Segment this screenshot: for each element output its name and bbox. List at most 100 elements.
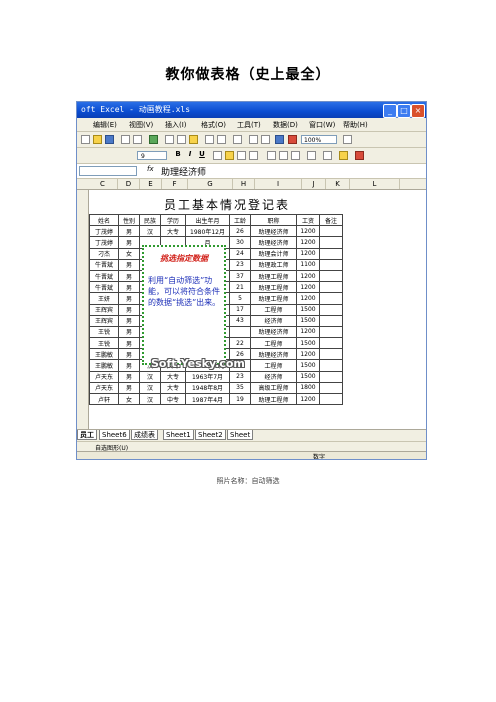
table-cell[interactable]: 王辉宾 (89, 314, 119, 327)
table-cell[interactable]: 女 (118, 247, 140, 260)
align-right-icon[interactable] (237, 151, 246, 160)
table-cell[interactable]: 35 (229, 381, 251, 395)
table-cell[interactable]: 王锐 (89, 325, 119, 339)
table-cell[interactable]: 刁杰 (89, 247, 119, 260)
header-cell[interactable]: 民族 (139, 213, 161, 227)
table-cell[interactable] (319, 236, 343, 249)
table-cell[interactable]: 1500 (296, 337, 320, 350)
menu-edit[interactable]: 编辑(E) (93, 120, 117, 130)
table-cell[interactable]: 男 (118, 258, 140, 271)
table-cell[interactable]: 1200 (296, 392, 320, 406)
col-header[interactable]: G (188, 179, 233, 189)
table-cell[interactable]: 助理工程师 (250, 392, 297, 406)
table-cell[interactable]: 大专 (160, 370, 186, 383)
table-cell[interactable]: 24 (229, 247, 251, 260)
table-cell[interactable]: 经济师 (250, 370, 297, 383)
help-icon[interactable] (343, 135, 352, 144)
indent-icon[interactable] (307, 151, 316, 160)
table-cell[interactable]: 助理经济师 (250, 225, 297, 238)
table-cell[interactable] (319, 269, 343, 283)
tab-employee[interactable]: 员工 (77, 430, 97, 440)
underline-button[interactable]: U (197, 150, 207, 158)
table-cell[interactable]: 牛晋斌 (89, 281, 119, 294)
close-button[interactable]: × (411, 104, 425, 118)
cut-icon[interactable] (165, 135, 174, 144)
table-cell[interactable]: 男 (118, 314, 140, 327)
header-cell[interactable]: 性别 (118, 213, 140, 227)
table-cell[interactable]: 男 (118, 225, 140, 238)
table-cell[interactable]: 中专 (160, 392, 186, 406)
table-cell[interactable]: 男 (118, 348, 140, 361)
col-header[interactable]: H (233, 179, 255, 189)
table-cell[interactable]: 23 (229, 370, 251, 383)
sort-asc-icon[interactable] (249, 135, 258, 144)
tab-grades[interactable]: 成绩表 (131, 430, 158, 440)
font-size-select[interactable]: 9 (137, 151, 167, 160)
table-cell[interactable] (319, 292, 343, 305)
table-cell[interactable]: 男 (118, 281, 140, 294)
table-cell[interactable]: 牛晋斌 (89, 269, 119, 283)
table-cell[interactable]: 助理经济师 (250, 325, 297, 339)
table-cell[interactable]: 1500 (296, 314, 320, 327)
col-header[interactable]: C (88, 179, 118, 189)
table-cell[interactable]: 37 (229, 269, 251, 283)
table-cell[interactable]: 男 (118, 269, 140, 283)
table-cell[interactable]: 1200 (296, 325, 320, 339)
table-cell[interactable]: 助理工程师 (250, 281, 297, 294)
table-cell[interactable] (319, 225, 343, 238)
table-cell[interactable] (319, 281, 343, 294)
borders-icon[interactable] (323, 151, 332, 160)
table-cell[interactable]: 1963年7月 (185, 370, 230, 383)
sort-desc-icon[interactable] (261, 135, 270, 144)
table-cell[interactable]: 1500 (296, 359, 320, 372)
table-cell[interactable]: 大专 (160, 381, 186, 395)
col-header[interactable]: L (350, 179, 400, 189)
align-left-icon[interactable] (213, 151, 222, 160)
paste-icon[interactable] (189, 135, 198, 144)
table-cell[interactable]: 助理工程师 (250, 292, 297, 305)
table-cell[interactable] (319, 247, 343, 260)
table-cell[interactable]: 工程师 (250, 303, 297, 316)
table-cell[interactable]: 男 (118, 236, 140, 249)
table-cell[interactable] (319, 359, 343, 372)
bold-button[interactable]: B (173, 150, 183, 158)
table-cell[interactable]: 22 (229, 337, 251, 350)
header-cell[interactable]: 出生年月 (185, 213, 230, 227)
table-cell[interactable]: 丁茂婷 (89, 236, 119, 249)
table-cell[interactable]: 男 (118, 337, 140, 350)
table-cell[interactable]: 1987年4月 (185, 392, 230, 406)
table-cell[interactable]: 王妍 (89, 292, 119, 305)
table-cell[interactable] (319, 258, 343, 271)
table-cell[interactable]: 助理工程师 (250, 269, 297, 283)
table-cell[interactable]: 1200 (296, 225, 320, 238)
header-cell[interactable]: 职称 (250, 213, 297, 227)
tab-sheet[interactable]: Sheet (227, 430, 254, 440)
menu-insert[interactable]: 插入(I) (165, 120, 187, 130)
table-cell[interactable]: 17 (229, 303, 251, 316)
table-cell[interactable]: 男 (118, 370, 140, 383)
table-cell[interactable] (319, 348, 343, 361)
table-cell[interactable]: 大专 (160, 225, 186, 238)
table-cell[interactable]: 女 (118, 392, 140, 406)
table-cell[interactable]: 工程师 (250, 337, 297, 350)
table-cell[interactable]: 丁茂婷 (89, 225, 119, 238)
table-cell[interactable]: 王锐 (89, 337, 119, 350)
formula-input[interactable]: 助理经济师 (161, 165, 206, 178)
table-cell[interactable]: 助理经济师 (250, 236, 297, 249)
worksheet[interactable]: 员工基本情况登记表 姓名 性别 民族 学历 出生年月 工龄 职称 工资 备注 丁… (77, 190, 426, 429)
menu-help[interactable]: 帮助(H) (343, 120, 368, 130)
table-cell[interactable] (319, 370, 343, 383)
print-icon[interactable] (121, 135, 130, 144)
table-cell[interactable]: 19 (229, 392, 251, 406)
open-icon[interactable] (93, 135, 102, 144)
table-cell[interactable]: 1500 (296, 370, 320, 383)
table-cell[interactable]: 26 (229, 225, 251, 238)
table-cell[interactable] (319, 325, 343, 339)
menu-window[interactable]: 窗口(W) (309, 120, 335, 130)
table-cell[interactable]: 助理经济师 (250, 348, 297, 361)
menu-format[interactable]: 格式(O) (201, 120, 226, 130)
col-header[interactable]: D (118, 179, 140, 189)
col-header[interactable]: F (162, 179, 188, 189)
table-cell[interactable]: 30 (229, 236, 251, 249)
table-cell[interactable]: 1500 (296, 303, 320, 316)
